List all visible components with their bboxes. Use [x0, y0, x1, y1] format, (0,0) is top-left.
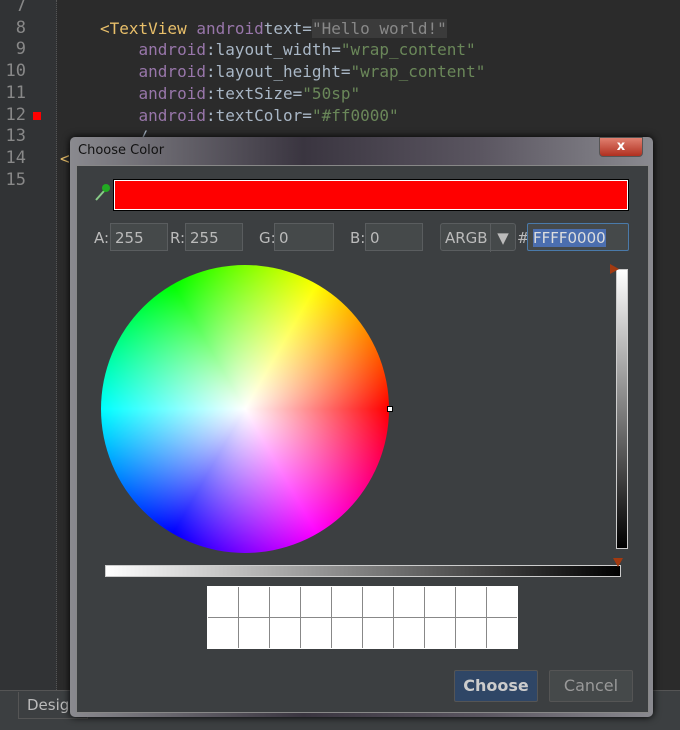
choose-button[interactable]: Choose — [454, 670, 538, 702]
brightness-slider[interactable] — [616, 269, 628, 549]
mode-value: ARGB — [445, 229, 488, 247]
color-swatch[interactable] — [301, 618, 331, 648]
blue-input[interactable]: 0 — [365, 223, 423, 251]
hex-value: FFFF0000 — [533, 229, 606, 247]
color-swatch[interactable] — [363, 618, 393, 648]
dialog-content: A: 255 R: 255 G: 0 B: 0 ARGB ▼ # FFFF0000… — [76, 165, 649, 713]
alpha-slider[interactable] — [105, 565, 621, 577]
color-swatch[interactable] — [456, 618, 486, 648]
color-swatch[interactable] — [332, 587, 362, 617]
color-swatch[interactable] — [208, 587, 238, 617]
code-token: text= — [263, 18, 312, 38]
green-input[interactable]: 0 — [274, 223, 334, 251]
line-number: 14 — [5, 147, 26, 168]
alpha-input[interactable]: 255 — [110, 223, 168, 251]
code-token: <TextView — [100, 18, 197, 38]
color-swatch-marker[interactable] — [33, 112, 41, 120]
brightness-thumb[interactable] — [610, 264, 619, 274]
color-swatch[interactable] — [394, 618, 424, 648]
code-token: "wrap_content" — [340, 40, 476, 60]
dialog-title: Choose Color — [78, 143, 165, 158]
code-line: android:layout_width="wrap_content" — [100, 40, 476, 59]
code-token: "#ff0000" — [311, 105, 399, 125]
mode-select[interactable]: ARGB ▼ — [440, 223, 516, 252]
code-line: android:textColor="#ff0000" — [100, 106, 399, 125]
color-swatch[interactable] — [239, 618, 269, 648]
recent-colors-grid — [207, 586, 518, 649]
line-number: 12 — [5, 104, 26, 125]
code-token: :layout_width= — [205, 40, 341, 60]
line-number: 10 — [5, 61, 26, 82]
red-label: R: — [170, 229, 186, 247]
color-swatch[interactable] — [332, 618, 362, 648]
color-swatch[interactable] — [239, 587, 269, 617]
code-token: :layout_height= — [205, 62, 351, 82]
cancel-button[interactable]: Cancel — [549, 670, 633, 702]
code-token: :textSize= — [205, 83, 303, 103]
code-token: "50sp" — [302, 83, 361, 103]
code-line: android:textSize="50sp" — [100, 83, 361, 103]
line-number: 11 — [5, 82, 26, 103]
chevron-down-icon: ▼ — [490, 224, 515, 252]
code-token: android — [196, 18, 264, 38]
hex-input[interactable]: FFFF0000 — [527, 223, 629, 251]
color-swatch[interactable] — [456, 587, 486, 617]
wheel-selector[interactable] — [387, 406, 393, 412]
line-number: 7 — [15, 0, 26, 16]
line-number: 9 — [15, 39, 26, 60]
color-swatch[interactable] — [270, 618, 300, 648]
color-swatch[interactable] — [425, 587, 455, 617]
code-line: android:layout_height="wrap_content" — [100, 62, 486, 82]
red-input[interactable]: 255 — [185, 223, 243, 251]
blue-label: B: — [350, 229, 366, 247]
code-token: "wrap_content" — [350, 62, 486, 82]
color-preview — [113, 179, 629, 211]
line-number: 15 — [5, 169, 26, 190]
alpha-label: A: — [94, 229, 110, 247]
code-token: "Hello world!" — [311, 18, 447, 38]
line-number: 8 — [15, 17, 26, 38]
code-token: :textColor= — [205, 105, 312, 125]
line-gutter — [0, 0, 57, 690]
close-button[interactable]: x — [599, 137, 643, 157]
choose-color-dialog: Choose Color x A: 255 R: 255 G: 0 B: 0 A… — [70, 137, 653, 717]
code-line: <TextView androidtext="Hello world!" — [100, 18, 447, 38]
code-token: android — [100, 105, 206, 125]
color-swatch[interactable] — [425, 618, 455, 648]
color-swatch[interactable] — [270, 587, 300, 617]
color-swatch[interactable] — [487, 587, 517, 617]
color-wheel[interactable] — [101, 265, 389, 553]
color-swatch[interactable] — [363, 587, 393, 617]
alpha-thumb[interactable] — [613, 558, 623, 567]
code-token: android — [100, 62, 206, 82]
color-swatch[interactable] — [487, 618, 517, 648]
color-swatch[interactable] — [301, 587, 331, 617]
color-swatch[interactable] — [208, 618, 238, 648]
code-token: < — [60, 148, 70, 168]
code-token: android — [100, 40, 206, 60]
code-token: android — [100, 83, 206, 103]
color-swatch[interactable] — [394, 587, 424, 617]
code-line: < — [60, 149, 70, 168]
eyedropper-icon[interactable] — [93, 183, 111, 203]
line-number: 13 — [5, 126, 26, 147]
